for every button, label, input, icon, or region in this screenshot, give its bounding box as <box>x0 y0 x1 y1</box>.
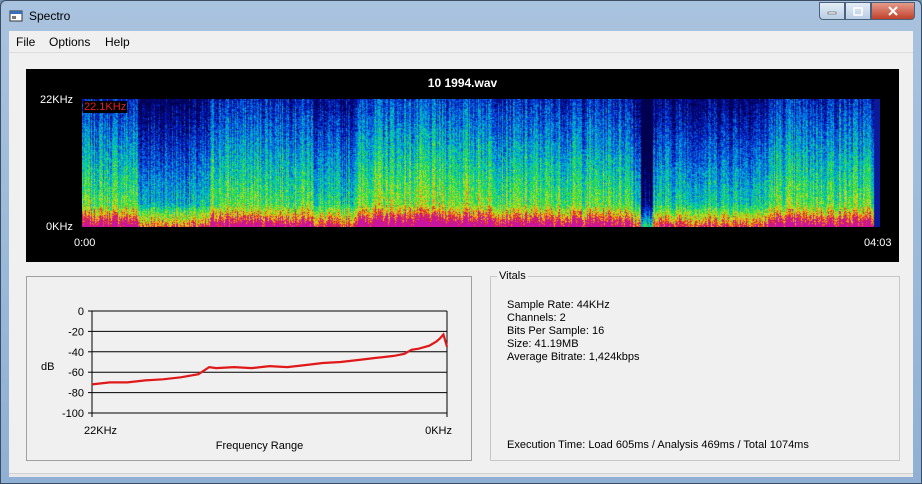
title-bar[interactable]: Spectro <box>1 1 921 31</box>
app-icon <box>9 10 23 22</box>
vitals-sample-rate: Sample Rate: 44KHz <box>507 299 610 311</box>
menu-file[interactable]: File <box>16 35 35 49</box>
window-controls <box>819 2 915 20</box>
execution-time: Execution Time: Load 605ms / Analysis 46… <box>507 439 809 451</box>
window-title: Spectro <box>29 9 71 23</box>
vitals-size: Size: 41.19MB <box>507 338 579 350</box>
spectrogram-cutoff-label: 22.1KHz <box>83 101 128 113</box>
menu-bar: File Options Help <box>9 31 913 53</box>
maximize-icon <box>853 6 863 16</box>
vitals-bits-per-sample: Bits Per Sample: 16 <box>507 325 605 337</box>
spectrogram-x-start-label: 0:00 <box>74 237 96 249</box>
close-button[interactable] <box>871 2 915 20</box>
x-axis-label: Frequency Range <box>216 440 303 452</box>
x-tick-label: 22KHz <box>84 425 117 437</box>
minimize-button[interactable] <box>819 2 845 20</box>
y-tick-label: 0 <box>78 306 84 318</box>
x-tick-label: 0KHz <box>425 425 452 437</box>
window-bottom-edge <box>9 473 913 477</box>
y-tick-label: -20 <box>68 326 84 338</box>
spectrogram-x-end-label: 04:03 <box>864 237 892 249</box>
vitals-group: Vitals Sample Rate: 44KHz Channels: 2 Bi… <box>490 270 900 461</box>
y-tick-label: -60 <box>68 367 84 379</box>
frequency-chart: 0 -20 -40 -60 -80 -10022KHz 0KHz Frequency Rang… <box>41 306 452 452</box>
menu-options[interactable]: Options <box>49 35 90 49</box>
app-window: Spectro File Options Help 10 1994.wav 22… <box>0 0 922 484</box>
spectrogram-panel: 10 1994.wav 22KHz 0KHz 0:00 04:03 22.1KH… <box>26 69 899 262</box>
spectrogram-y-bottom-label: 0KHz <box>46 221 73 233</box>
minimize-icon <box>827 11 837 15</box>
spectrogram-image <box>82 99 880 227</box>
menu-help[interactable]: Help <box>105 35 130 49</box>
y-axis-label: dB <box>41 361 54 373</box>
maximize-button[interactable] <box>845 2 871 20</box>
frequency-chart-box: 0 -20 -40 -60 -80 -100 22KHz 0KHz Frequency Rang… <box>26 276 472 461</box>
response-line <box>91 332 449 386</box>
vitals-channels: Channels: 2 <box>507 312 566 324</box>
vitals-average-bitrate: Average Bitrate: 1,424kbps <box>507 351 640 363</box>
vitals-legend: Vitals <box>497 270 528 282</box>
spectrogram-y-top-label: 22KHz <box>40 94 74 106</box>
spectrogram-file-title: 10 1994.wav <box>427 76 498 90</box>
y-tick-label: -80 <box>68 388 84 400</box>
close-icon <box>888 6 898 16</box>
y-tick-label: -40 <box>68 347 84 359</box>
client-area: File Options Help 10 1994.wav 22KHz 0KHz… <box>9 31 913 477</box>
y-tick-label: -100 <box>62 408 84 420</box>
